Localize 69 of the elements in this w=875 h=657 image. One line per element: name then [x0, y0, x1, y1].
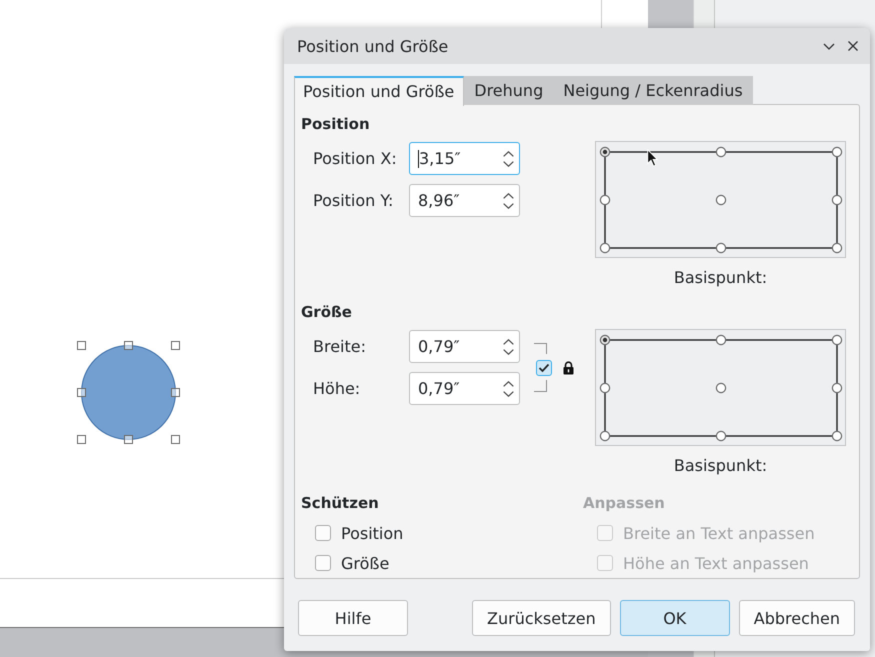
base-point-radio[interactable]	[600, 382, 610, 394]
spin-field[interactable]: 0,79″	[409, 330, 520, 363]
mouse-pointer-icon	[647, 149, 658, 167]
selection-handle[interactable]	[124, 341, 133, 350]
section-heading: Position	[301, 114, 371, 134]
spin-down-icon[interactable]	[503, 390, 514, 396]
base-point-radio[interactable]	[600, 194, 610, 206]
checkbox-label[interactable]: Position	[341, 524, 404, 542]
selection-handle[interactable]	[171, 435, 180, 444]
base-point-radio[interactable]	[600, 242, 610, 254]
field-label: Position Y:	[313, 191, 394, 210]
circle-shape[interactable]	[81, 345, 176, 440]
tab[interactable]: Position und Größe	[294, 76, 464, 106]
base-point-radio[interactable]	[832, 194, 842, 206]
selection-handle[interactable]	[171, 341, 180, 350]
section-heading: Größe	[301, 302, 353, 322]
chevron-down-icon[interactable]	[823, 42, 835, 50]
field-label: Position X:	[313, 149, 398, 168]
bracket-line	[534, 380, 547, 392]
selection-handle[interactable]	[171, 388, 180, 397]
section-heading: Schützen	[301, 493, 380, 513]
ok-button[interactable]: OK	[620, 600, 730, 636]
cancel-button[interactable]: Abbrechen	[738, 600, 855, 636]
base-point-radio[interactable]	[832, 382, 842, 394]
help-button[interactable]: Hilfe	[298, 600, 408, 636]
spin-down-icon[interactable]	[503, 348, 514, 354]
base-point-radio[interactable]	[832, 430, 842, 442]
base-point-radio[interactable]	[716, 146, 726, 158]
selection-handle[interactable]	[77, 388, 86, 397]
tab[interactable]: Drehung	[464, 76, 554, 105]
field-label: Breite:	[313, 337, 367, 356]
reset-button[interactable]: Zurücksetzen	[472, 600, 611, 636]
base-point-radio[interactable]	[600, 430, 610, 442]
window-title: Position und Größe	[297, 36, 450, 56]
base-point-radio[interactable]	[832, 146, 842, 158]
base-point-radio[interactable]	[716, 334, 726, 346]
field-label: Höhe:	[313, 379, 362, 398]
spin-field[interactable]: 3,15″	[409, 142, 520, 175]
checkbox[interactable]	[315, 525, 331, 541]
base-point-radio[interactable]	[600, 146, 610, 158]
base-point-radio[interactable]	[716, 382, 726, 394]
base-point-radio[interactable]	[832, 334, 842, 346]
base-point-label: Basispunkt:	[674, 268, 768, 288]
keep-ratio-checkbox[interactable]	[536, 360, 552, 376]
close-icon[interactable]	[848, 41, 858, 51]
spin-field[interactable]: 0,79″	[409, 372, 520, 405]
spin-up-icon[interactable]	[503, 192, 514, 198]
base-point-radio[interactable]	[716, 194, 726, 206]
spin-up-icon[interactable]	[503, 380, 514, 386]
selection-handle[interactable]	[77, 435, 86, 444]
selection-handle[interactable]	[77, 341, 86, 350]
padlock-icon	[563, 360, 574, 374]
spin-down-icon[interactable]	[503, 160, 514, 166]
base-point-radio[interactable]	[600, 334, 610, 346]
checkbox[interactable]	[315, 555, 331, 571]
checkbox-label[interactable]: Größe	[341, 554, 390, 572]
base-point-radio[interactable]	[716, 242, 726, 254]
section-heading: Anpassen	[583, 493, 666, 513]
selection-handle[interactable]	[124, 435, 133, 444]
base-point-label: Basispunkt:	[674, 456, 768, 476]
tab[interactable]: Neigung / Eckenradius	[553, 76, 753, 105]
spin-field[interactable]: 8,96″	[409, 184, 520, 217]
text-cursor	[418, 150, 419, 168]
spin-up-icon[interactable]	[503, 338, 514, 344]
spin-up-icon[interactable]	[503, 150, 514, 156]
bracket-line	[534, 343, 547, 354]
base-point-radio[interactable]	[832, 242, 842, 254]
spin-down-icon[interactable]	[503, 202, 514, 208]
base-point-radio[interactable]	[716, 430, 726, 442]
